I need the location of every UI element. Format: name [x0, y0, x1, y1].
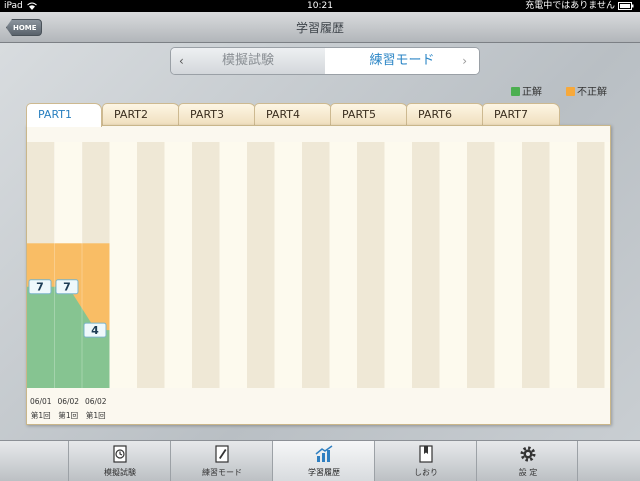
tab-part2[interactable]: PART2	[102, 103, 180, 125]
data-label: 7	[63, 281, 71, 294]
chart-stripe	[604, 142, 610, 388]
segment-mock-exam[interactable]: ‹ 模擬試験	[171, 48, 325, 74]
legend-incorrect: 不正解	[566, 87, 607, 99]
chart-stripe	[522, 142, 550, 388]
mode-segmented-control: ‹ 模擬試験 練習モード ›	[170, 47, 480, 75]
battery-icon	[618, 1, 634, 10]
bottom-tab-mock-exam[interactable]: 模擬試験	[68, 441, 170, 481]
chevron-right-icon: ›	[462, 54, 467, 68]
page-title: 学習履歴	[295, 21, 344, 35]
clock-document-icon	[113, 445, 127, 463]
tab-part6[interactable]: PART6	[406, 103, 484, 125]
chart-stripe	[137, 142, 165, 388]
tab-part4[interactable]: PART4	[254, 103, 332, 125]
battery-status-text: 充電中ではありません	[525, 1, 615, 11]
history-chart: 7 7 4 06/01 第1回 06/02 第1回 06/02 第1回	[27, 142, 610, 420]
tab-part1[interactable]: PART1	[26, 103, 102, 127]
chart-stripe	[192, 142, 220, 388]
x-tick-label: 06/01	[30, 397, 52, 406]
bottom-tab-label: しおり	[414, 468, 438, 477]
history-chart-panel: 7 7 4 06/01 第1回 06/02 第1回 06/02 第1回	[26, 125, 611, 425]
x-tick-label: 06/02	[85, 397, 107, 406]
chart-icon	[315, 445, 333, 462]
bookmark-icon	[419, 445, 433, 463]
chart-stripe	[549, 142, 577, 388]
chart-stripe	[384, 142, 412, 388]
chart-stripe	[274, 142, 302, 388]
legend-swatch-correct	[511, 87, 520, 96]
bottom-tab-label: 模擬試験	[104, 468, 136, 477]
chart-stripe	[219, 142, 247, 388]
segment-label: 練習モード	[369, 53, 435, 68]
data-label: 7	[36, 281, 44, 294]
tab-part5[interactable]: PART5	[330, 103, 408, 125]
chart-stripe	[439, 142, 467, 388]
bottom-tab-label: 設 定	[518, 468, 538, 477]
bottom-tab-settings[interactable]: 設 定	[476, 441, 578, 481]
legend-swatch-incorrect	[566, 87, 575, 96]
gear-icon	[520, 446, 536, 462]
x-tick-label: 06/02	[57, 397, 79, 406]
chart-stripe	[357, 142, 385, 388]
data-label: 4	[91, 324, 99, 337]
x-tick-sublabel: 第1回	[58, 410, 78, 420]
chart-stripe	[467, 142, 495, 388]
segment-label: 模擬試験	[221, 53, 274, 68]
chart-stripe	[494, 142, 522, 388]
chart-stripe	[412, 142, 440, 388]
x-tick-sublabel: 第1回	[31, 410, 51, 420]
bottom-tab-bar: 模擬試験 練習モード 学習履歴 しおり 設 定	[0, 440, 640, 481]
chart-stripe	[329, 142, 357, 388]
bottom-tab-label: 練習モード	[202, 468, 242, 477]
x-tick-sublabel: 第1回	[86, 410, 106, 420]
bottom-tab-bookmark[interactable]: しおり	[374, 441, 476, 481]
chart-stripe	[109, 142, 137, 388]
chart-stripe	[164, 142, 192, 388]
navigation-bar: HOME 学習履歴	[0, 12, 640, 43]
status-bar: iPad 10:21 充電中ではありません	[0, 0, 640, 12]
chevron-left-icon: ‹	[179, 54, 184, 68]
bottom-tab-label: 学習履歴	[308, 468, 340, 477]
chart-stripe	[302, 142, 330, 388]
main-content: ‹ 模擬試験 練習モード › 正解 不正解 PART1 PART2 PART3 PA…	[0, 43, 640, 440]
chart-stripe	[247, 142, 275, 388]
tab-part3[interactable]: PART3	[178, 103, 256, 125]
bottom-tab-practice-mode[interactable]: 練習モード	[170, 441, 272, 481]
bottom-tab-history[interactable]: 学習履歴	[272, 441, 374, 481]
legend-correct: 正解	[511, 87, 542, 99]
tab-part7[interactable]: PART7	[482, 103, 560, 125]
chart-stripe	[577, 142, 605, 388]
segment-practice-mode[interactable]: 練習モード ›	[325, 48, 479, 74]
pencil-document-icon	[215, 445, 229, 463]
